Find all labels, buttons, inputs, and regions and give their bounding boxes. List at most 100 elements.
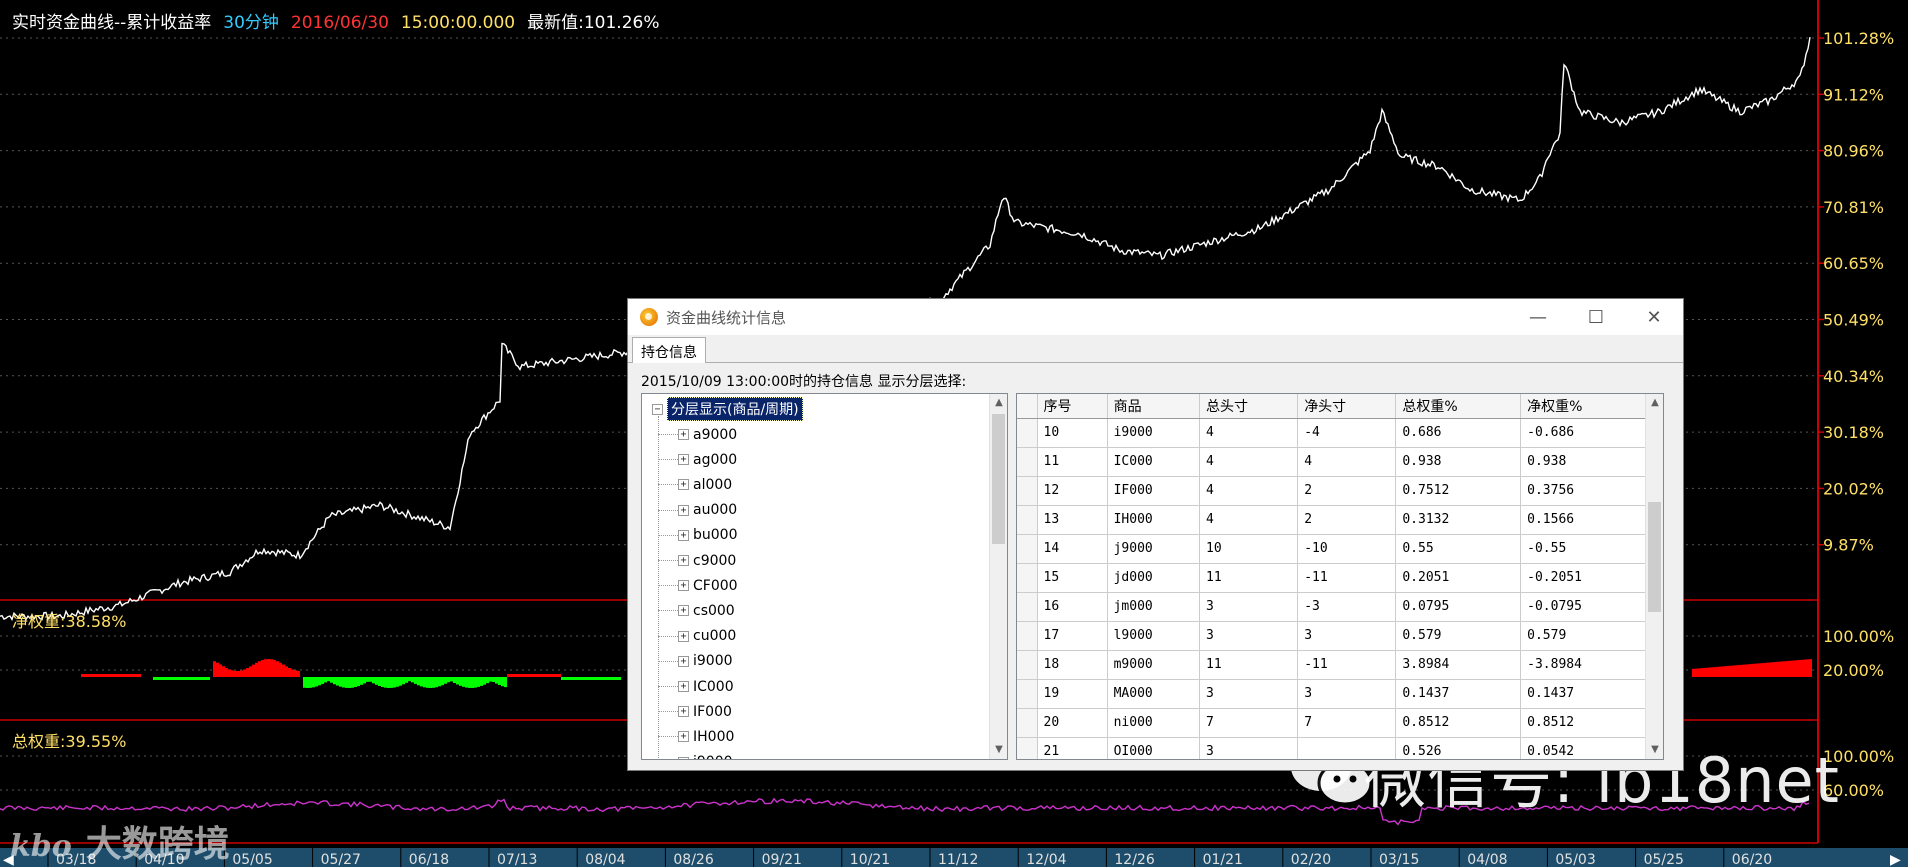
table-row[interactable]: 19 MA000 3 3 0.1437 0.1437 xyxy=(1017,679,1646,709)
column-header[interactable]: 净权重% xyxy=(1520,394,1646,419)
expand-icon[interactable]: + xyxy=(678,479,689,491)
expand-icon[interactable]: + xyxy=(678,605,689,617)
tree-item[interactable]: + ag000 xyxy=(678,447,737,472)
net-weight-bar xyxy=(84,674,87,677)
table-row[interactable]: 12 IF000 4 2 0.7512 0.3756 xyxy=(1017,476,1646,506)
expand-icon[interactable]: + xyxy=(678,529,689,541)
tree-guide-line xyxy=(658,736,678,738)
net-weight-bar xyxy=(498,677,501,686)
expand-icon[interactable]: + xyxy=(678,429,689,440)
scroll-down-icon[interactable]: ▼ xyxy=(990,741,1007,759)
grid-scrollbar[interactable]: ▲ ▼ xyxy=(1645,394,1663,759)
net-weight-bar xyxy=(417,677,420,686)
tree-item[interactable]: + IH000 xyxy=(678,724,734,749)
table-cell: 0.2051 xyxy=(1395,563,1522,593)
table-row[interactable]: 11 IC000 4 4 0.938 0.938 xyxy=(1017,447,1646,477)
tree-item[interactable]: + al000 xyxy=(678,472,732,497)
maximize-button[interactable]: ☐ xyxy=(1567,299,1625,335)
minimize-button[interactable]: — xyxy=(1509,299,1567,335)
column-header[interactable]: 总头寸 xyxy=(1199,394,1299,419)
net-weight-bar xyxy=(246,668,249,677)
column-header[interactable]: 净头寸 xyxy=(1297,394,1397,419)
table-row[interactable]: 21 OI000 3 0.526 0.0542 xyxy=(1017,737,1646,759)
expand-icon[interactable]: + xyxy=(678,580,689,592)
expand-icon[interactable]: + xyxy=(678,655,689,667)
tree-item[interactable]: + au000 xyxy=(678,498,737,523)
net-weight-bar xyxy=(402,677,405,685)
table-cell: 0.3132 xyxy=(1395,505,1522,535)
tree-item[interactable]: + cu000 xyxy=(678,624,736,649)
scroll-thumb[interactable] xyxy=(992,414,1005,544)
net-weight-bar xyxy=(564,677,567,680)
expand-icon[interactable]: + xyxy=(678,630,689,642)
brand-logo-text: 大数跨境 xyxy=(85,824,230,865)
expand-icon[interactable]: + xyxy=(678,555,689,566)
table-row[interactable]: 16 jm000 3 -3 0.0795 -0.0795 xyxy=(1017,592,1646,622)
row-gutter xyxy=(1017,679,1038,709)
net-weight-bar xyxy=(555,674,558,677)
date-label: 2016/06/30 xyxy=(290,13,389,33)
table-cell: 0.1566 xyxy=(1520,505,1646,535)
column-header[interactable]: 商品 xyxy=(1107,394,1201,419)
table-cell: -0.686 xyxy=(1520,418,1646,448)
tree-root[interactable]: − 分层显示(商品/周期) xyxy=(652,397,803,421)
net-weight-bar xyxy=(609,677,612,680)
expand-icon[interactable]: + xyxy=(678,681,689,692)
layer-tree[interactable]: − 分层显示(商品/周期) + a9000 + ag000 + al000 + au000 + b… xyxy=(641,393,1008,760)
tree-item-label: ag000 xyxy=(693,451,738,468)
close-button[interactable]: ✕ xyxy=(1625,299,1683,335)
dialog-titlebar[interactable]: 资金曲线统计信息 — ☐ ✕ xyxy=(628,299,1683,335)
table-row[interactable]: 10 i9000 4 -4 0.686 -0.686 xyxy=(1017,418,1646,448)
tree-item[interactable]: + i9000 xyxy=(678,649,733,674)
tree-item[interactable]: + bu000 xyxy=(678,523,737,548)
scroll-down-icon[interactable]: ▼ xyxy=(1646,741,1663,759)
net-weight-bar xyxy=(156,677,159,680)
net-weight-bar xyxy=(426,677,429,688)
table-row[interactable]: 14 j9000 10 -10 0.55 -0.55 xyxy=(1017,534,1646,564)
tree-item[interactable]: + IC000 xyxy=(678,674,734,699)
net-weight-bar xyxy=(447,677,450,683)
tree-item[interactable]: + CF000 xyxy=(678,573,738,598)
net-weight-bar xyxy=(288,668,291,677)
period-label[interactable]: 30分钟 xyxy=(223,13,279,33)
expand-icon[interactable]: + xyxy=(678,756,689,759)
nav-right-icon[interactable]: ▶ xyxy=(1890,852,1901,867)
net-weight-bar xyxy=(177,677,180,680)
net-weight-bar xyxy=(1710,667,1713,677)
tab-positions[interactable]: 持仓信息 xyxy=(632,337,706,364)
collapse-icon[interactable]: − xyxy=(652,403,663,415)
net-weight-bar xyxy=(183,677,186,680)
stats-dialog[interactable]: 资金曲线统计信息 — ☐ ✕ 持仓信息 2015/10/09 13:00:00时… xyxy=(627,298,1684,771)
table-row[interactable]: 18 m9000 11 -11 3.8984 -3.8984 xyxy=(1017,650,1646,680)
net-weight-bar xyxy=(225,667,228,677)
time-axis-label: 07/13 xyxy=(497,852,537,867)
tree-item[interactable]: + j9000 xyxy=(678,750,733,759)
scroll-thumb[interactable] xyxy=(1648,502,1661,612)
tree-item[interactable]: + cs000 xyxy=(678,598,735,623)
tree-item[interactable]: + a9000 xyxy=(678,422,737,447)
column-header[interactable]: 序号 xyxy=(1037,394,1108,419)
table-row[interactable]: 17 l9000 3 3 0.579 0.579 xyxy=(1017,621,1646,651)
table-cell: 0.1437 xyxy=(1520,679,1646,709)
expand-icon[interactable]: + xyxy=(678,706,689,718)
tree-item-label: cu000 xyxy=(693,628,737,645)
expand-icon[interactable]: + xyxy=(678,454,689,466)
scroll-up-icon[interactable]: ▲ xyxy=(990,394,1007,412)
column-header[interactable]: 总权重% xyxy=(1395,394,1522,419)
net-weight-bar xyxy=(1767,662,1770,677)
scroll-up-icon[interactable]: ▲ xyxy=(1646,394,1663,412)
table-row[interactable]: 20 ni000 7 7 0.8512 0.8512 xyxy=(1017,708,1646,738)
row-gutter xyxy=(1017,418,1038,448)
tree-scrollbar[interactable]: ▲ ▼ xyxy=(989,394,1007,759)
tree-root-label[interactable]: 分层显示(商品/周期) xyxy=(667,397,803,421)
table-row[interactable]: 15 jd000 11 -11 0.2051 -0.2051 xyxy=(1017,563,1646,593)
tree-item[interactable]: + c9000 xyxy=(678,548,736,573)
tree-item[interactable]: + IF000 xyxy=(678,699,732,724)
table-cell: -0.2051 xyxy=(1520,563,1646,593)
expand-icon[interactable]: + xyxy=(678,504,689,516)
positions-grid[interactable]: 序号 商品 总头寸 净头寸 总权重% 净权重% 10 i9000 4 -4 0.686 -0.686… xyxy=(1016,393,1664,760)
expand-icon[interactable]: + xyxy=(678,731,689,743)
table-cell: 17 xyxy=(1037,621,1108,651)
net-weight-bar xyxy=(294,670,297,677)
table-row[interactable]: 13 IH000 4 2 0.3132 0.1566 xyxy=(1017,505,1646,535)
